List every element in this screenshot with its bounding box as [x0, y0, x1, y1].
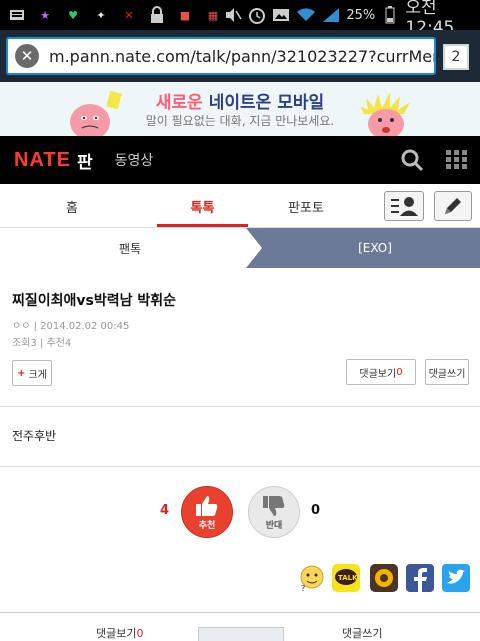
my-page-button[interactable] [384, 191, 424, 221]
kakaostory-icon[interactable] [370, 564, 398, 592]
status-bar: ★ ♥ ✦ ✕ ■ ▦ 25% 오전 12:45 [0, 0, 480, 38]
tab-home[interactable]: 홈 [30, 184, 114, 228]
svg-text:TALK: TALK [338, 574, 358, 582]
post-title: 찌질이최애vs박력남 박휘순 [12, 293, 177, 309]
bottom-write-comment[interactable]: 댓글쓰기 [342, 625, 382, 641]
photo-icon [272, 4, 290, 26]
nate-logo[interactable]: NATE [14, 149, 71, 172]
bottom-view-comments-label: 댓글보기 [96, 627, 137, 640]
view-comments-label: 댓글보기 [359, 368, 397, 380]
bottom-comment-count: 0 [136, 627, 144, 640]
url-text[interactable]: m.pann.nate.com/talk/pann/321023227?curr… [49, 47, 434, 66]
enlarge-button[interactable]: + 크게 [12, 360, 52, 386]
browser-toolbar: ✕ m.pann.nate.com/talk/pann/321023227?cu… [0, 30, 480, 82]
twitter-icon[interactable] [442, 564, 470, 592]
upvote-button[interactable]: 추천 [181, 486, 233, 538]
divider [0, 406, 480, 407]
tab-switcher-button[interactable]: 2 [443, 44, 469, 70]
post-body: 전주후반 [12, 429, 57, 443]
alarm-icon [248, 4, 266, 26]
enlarge-label: 크게 [28, 369, 47, 381]
calendar-icon: ▦ [207, 8, 219, 22]
tab-talk[interactable]: 톡톡 [157, 184, 248, 228]
user-list-icon [391, 197, 418, 216]
exo-icon: ✦ [96, 8, 106, 22]
downvote-button[interactable]: 반대 [248, 486, 300, 538]
view-comments-button[interactable]: 댓글보기 0 [346, 359, 416, 385]
plus-icon: + [17, 367, 26, 379]
android-notification-icon [6, 4, 28, 26]
upvote-label: 추천 [198, 520, 216, 531]
kakaotalk-icon[interactable]: TALK [332, 564, 360, 592]
search-icon[interactable] [400, 148, 424, 172]
nav-video-link[interactable]: 동영상 [115, 150, 154, 170]
scroll-top-handle[interactable] [198, 627, 284, 641]
banner-title-strong: 네이트온 모바일 [208, 93, 325, 113]
thumbs-up-icon [196, 495, 218, 516]
channel-exo[interactable]: [EXO] [270, 228, 480, 268]
pan-logo[interactable]: 판 [77, 148, 93, 173]
downvote-count: 0 [311, 503, 321, 518]
mascot-right-icon [360, 92, 410, 136]
comment-count: 0 [396, 366, 403, 378]
write-post-button[interactable] [434, 191, 472, 221]
channel-fantalk[interactable]: 팬톡 [0, 228, 260, 268]
facebook-icon[interactable] [406, 564, 434, 592]
ad-banner[interactable]: 새로운 네이트온 모바일 말이 필요없는 대화, 지금 만나보세요. [0, 82, 480, 136]
breadcrumb-arrow-icon [246, 228, 270, 268]
clear-url-icon[interactable]: ✕ [15, 44, 39, 68]
x-icon: ✕ [124, 8, 134, 22]
banner-title-prefix: 새로운 [155, 93, 209, 113]
wifi-icon [296, 4, 316, 26]
channel-breadcrumb: 팬톡 [EXO] [0, 228, 480, 268]
svg-text:?: ? [301, 584, 305, 592]
app-icon: ■ [179, 8, 191, 22]
grid-menu-icon[interactable] [446, 150, 468, 170]
post-author-date: ㅇㅇ | 2014.02.02 00:45 [12, 321, 130, 332]
thumbs-down-icon [263, 495, 285, 516]
divider [0, 466, 480, 467]
emoticon-icon[interactable]: ? [298, 564, 326, 592]
signal-icon [322, 4, 340, 26]
bottom-view-comments[interactable]: 댓글보기0 [96, 625, 143, 641]
active-tab-indicator [157, 224, 248, 227]
downvote-label: 반대 [265, 520, 283, 531]
battery-percent: 25% [346, 7, 376, 23]
upvote-count: 4 [160, 503, 170, 518]
heart-icon: ♥ [68, 8, 78, 22]
stars-icon: ★ [40, 8, 50, 22]
site-header: NATE 판 동영상 [0, 136, 480, 184]
tab-photo[interactable]: 판포토 [266, 184, 346, 228]
write-comment-button[interactable]: 댓글쓰기 [425, 359, 469, 385]
battery-icon [381, 4, 399, 26]
write-comment-label: 댓글쓰기 [428, 368, 466, 380]
lock-icon [146, 4, 168, 26]
pencil-icon [445, 198, 461, 214]
post-stats: 조회3 | 추천4 [12, 338, 72, 349]
address-bar[interactable]: ✕ m.pann.nate.com/talk/pann/321023227?cu… [6, 37, 436, 75]
bottom-action-bar: 댓글보기0 댓글쓰기 [0, 612, 480, 641]
main-tabs: 홈 톡톡 판포토 [0, 184, 480, 228]
mute-icon [224, 4, 242, 26]
